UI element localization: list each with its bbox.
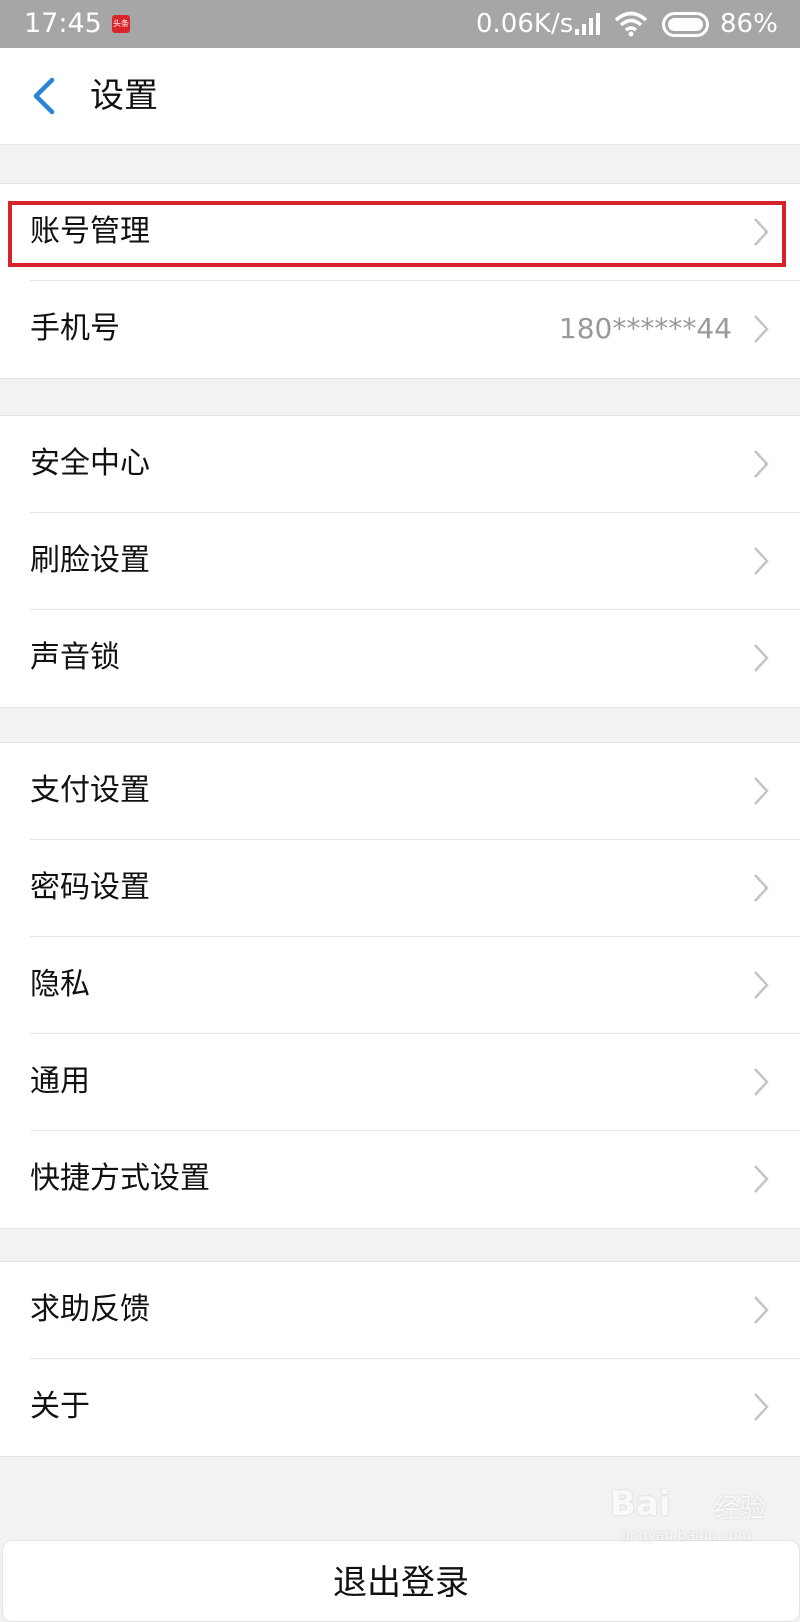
chevron-right-icon: [754, 315, 769, 343]
settings-item-label: 安全中心: [30, 446, 150, 481]
watermark-brand: Bai: [610, 1484, 671, 1524]
settings-group-security: 安全中心 刷脸设置 声音锁: [0, 415, 800, 708]
settings-group-general: 支付设置 密码设置 隐私 通用 快捷方式设置: [0, 742, 800, 1229]
news-app-icon: 头条: [112, 15, 130, 33]
settings-item-label: 刷脸设置: [30, 543, 150, 578]
chevron-left-icon[interactable]: [28, 76, 62, 116]
settings-item-privacy[interactable]: 隐私: [0, 937, 800, 1034]
highlight-box: [8, 201, 786, 267]
settings-item-shortcut-settings[interactable]: 快捷方式设置: [0, 1131, 800, 1228]
settings-item-payment-settings[interactable]: 支付设置: [0, 743, 800, 840]
settings-item-label: 关于: [30, 1389, 90, 1424]
settings-item-label: 求助反馈: [30, 1292, 150, 1327]
watermark-url: jingyan.baidu.com: [622, 1528, 752, 1544]
settings-item-security-center[interactable]: 安全中心: [0, 416, 800, 513]
chevron-right-icon: [754, 547, 769, 575]
chevron-right-icon: [754, 971, 769, 999]
chevron-right-icon: [754, 1068, 769, 1096]
settings-item-general[interactable]: 通用: [0, 1034, 800, 1131]
chevron-right-icon: [754, 874, 769, 902]
settings-group-help: 求助反馈 关于: [0, 1261, 800, 1457]
settings-item-voice-lock[interactable]: 声音锁: [0, 610, 800, 707]
phone-number-value: 180******44: [558, 312, 732, 345]
chevron-right-icon: [754, 450, 769, 478]
battery-percent: 86%: [720, 9, 778, 39]
nav-bar: 设置: [0, 48, 800, 145]
logout-button[interactable]: 退出登录: [2, 1540, 800, 1622]
settings-item-face-settings[interactable]: 刷脸设置: [0, 513, 800, 610]
watermark-logo: Bai 经验 jingyan.baidu.com: [610, 1484, 780, 1550]
settings-item-label: 支付设置: [30, 773, 150, 808]
chevron-right-icon: [754, 1165, 769, 1193]
status-bar: 17:45 头条 0.06K/s 86%: [0, 0, 800, 48]
settings-item-label: 隐私: [30, 967, 90, 1002]
status-time: 17:45: [24, 8, 102, 39]
page-title: 设置: [90, 76, 158, 116]
settings-item-label: 声音锁: [30, 640, 120, 675]
network-speed: 0.06K/s: [476, 9, 574, 39]
chevron-right-icon: [754, 777, 769, 805]
settings-item-password-settings[interactable]: 密码设置: [0, 840, 800, 937]
settings-item-label: 密码设置: [30, 870, 150, 905]
signal-icon: [575, 13, 600, 35]
chevron-right-icon: [754, 1393, 769, 1421]
logout-label: 退出登录: [333, 1563, 469, 1603]
chevron-right-icon: [754, 1296, 769, 1324]
settings-item-about[interactable]: 关于: [0, 1359, 800, 1456]
settings-item-label: 快捷方式设置: [30, 1161, 210, 1196]
battery-icon: [662, 12, 709, 37]
settings-item-phone[interactable]: 手机号 180******44: [0, 281, 800, 378]
watermark-brand-suffix: 经验: [714, 1494, 767, 1524]
settings-item-label: 手机号: [30, 311, 120, 346]
settings-item-help-feedback[interactable]: 求助反馈: [0, 1262, 800, 1359]
chevron-right-icon: [754, 644, 769, 672]
settings-item-label: 通用: [30, 1064, 90, 1099]
wifi-icon: [614, 11, 648, 37]
